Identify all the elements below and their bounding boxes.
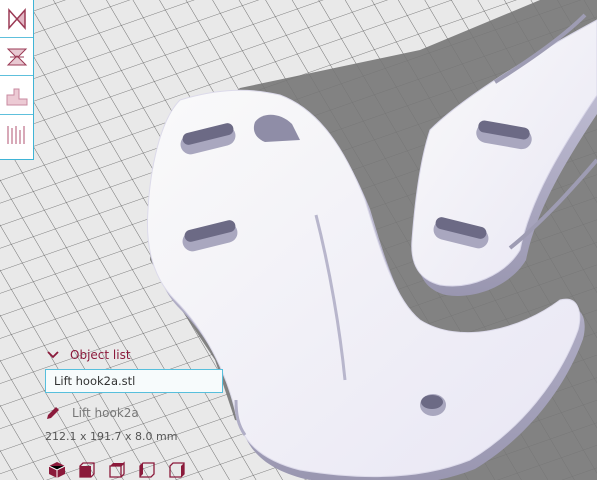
object-dimensions: 212.1 x 191.7 x 8.0 mm <box>45 430 178 443</box>
support-blocker-icon[interactable] <box>0 38 33 76</box>
tool-strip <box>0 0 34 160</box>
layer-stairs-icon[interactable] <box>0 77 33 115</box>
per-model-settings-icon[interactable] <box>0 116 33 154</box>
3d-view-icon[interactable] <box>48 461 66 479</box>
pencil-icon[interactable] <box>45 405 61 421</box>
view-buttons <box>48 461 198 479</box>
right-view-icon[interactable] <box>168 461 186 479</box>
top-view-icon[interactable] <box>108 461 126 479</box>
round-hole <box>420 394 446 416</box>
object-list-panel: Object list Lift hook2a.stl Lift hook2a … <box>44 344 229 443</box>
chevron-down-icon[interactable] <box>46 348 60 362</box>
mirror-tool-icon[interactable] <box>0 0 33 38</box>
object-name-row[interactable]: Lift hook2a <box>44 404 229 422</box>
object-list-item[interactable]: Lift hook2a.stl <box>45 369 223 393</box>
object-list-header[interactable]: Object list <box>44 344 229 366</box>
object-list-title: Object list <box>70 348 131 362</box>
object-name: Lift hook2a <box>72 406 139 420</box>
left-view-icon[interactable] <box>138 461 156 479</box>
front-view-icon[interactable] <box>78 461 96 479</box>
